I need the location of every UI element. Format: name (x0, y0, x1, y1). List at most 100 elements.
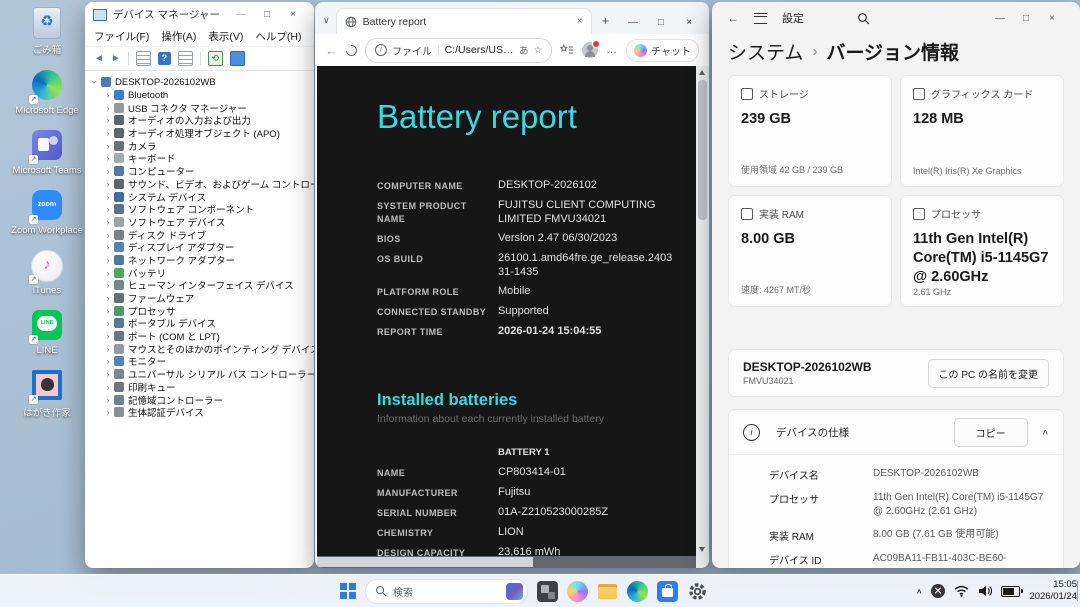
expand-icon[interactable]: › (103, 293, 113, 303)
expand-icon[interactable]: › (103, 268, 113, 278)
expand-icon[interactable]: › (103, 395, 113, 405)
maximize-button[interactable]: □ (254, 9, 280, 20)
tree-root[interactable]: › DESKTOP-2026102WB (90, 76, 314, 89)
tree-item[interactable]: › ディスプレイ アダプター (90, 241, 314, 254)
maximize-button[interactable]: □ (1013, 13, 1039, 24)
wifi-icon[interactable] (954, 585, 969, 597)
page-info-icon[interactable]: i (375, 44, 387, 56)
tree-item[interactable]: › ディスク ドライブ (90, 228, 314, 242)
close-button[interactable]: × (675, 17, 703, 28)
microsoft-store-button[interactable] (657, 580, 678, 602)
copilot-chat-button[interactable]: チャット (626, 38, 699, 62)
start-button[interactable] (340, 583, 356, 599)
tree-item[interactable]: › システム デバイス (90, 190, 314, 204)
scan-hardware-icon[interactable]: ⟲ (207, 51, 223, 66)
volume-icon[interactable] (978, 585, 993, 597)
translate-icon[interactable]: あ (519, 43, 529, 57)
desktop-icon-itunes[interactable]: ♪ ↗ iTunes (8, 250, 86, 296)
tab-close-icon[interactable]: × (577, 16, 583, 27)
battery-icon[interactable] (1001, 585, 1023, 597)
tree-item[interactable]: › プロセッサ (90, 304, 314, 318)
scrollbar-thumb[interactable] (317, 557, 534, 567)
expand-icon[interactable]: › (103, 280, 113, 290)
tree-item[interactable]: › USB コネクタ マネージャー (90, 101, 314, 115)
expand-icon[interactable]: › (103, 128, 113, 138)
expand-icon[interactable]: › (103, 115, 113, 125)
menu-item[interactable]: ヘルプ(H) (255, 29, 301, 44)
tree-item[interactable]: › ネットワーク アダプター (90, 254, 314, 267)
vertical-scrollbar[interactable] (696, 66, 709, 556)
tree-item[interactable]: › コンピューター (90, 165, 314, 178)
back-icon[interactable]: ◄ (94, 53, 104, 64)
tree-item[interactable]: › オーディオ処理オブジェクト (APO) (90, 127, 314, 140)
menu-item[interactable]: 表示(V) (208, 29, 243, 44)
edge-button[interactable] (627, 580, 648, 602)
tree-item[interactable]: › ファームウェア (90, 292, 314, 305)
expand-icon[interactable]: › (103, 306, 113, 316)
tree-item[interactable]: › ポータブル デバイス (90, 317, 314, 330)
breadcrumb-system[interactable]: システム (728, 38, 803, 65)
minimize-button[interactable]: — (228, 9, 254, 20)
tree-item[interactable]: › カメラ (90, 139, 314, 153)
horizontal-scrollbar[interactable] (317, 556, 696, 568)
task-view-button[interactable] (537, 580, 558, 602)
help-icon[interactable]: ? (157, 52, 171, 65)
taskbar-search[interactable]: 検索 (365, 578, 528, 604)
expand-icon[interactable]: › (103, 369, 113, 379)
expand-icon[interactable]: › (103, 344, 113, 354)
tree-item[interactable]: › ソフトウェア コンポーネント (90, 203, 314, 216)
tree-item[interactable]: › バッテリ (90, 266, 314, 280)
more-options-icon[interactable]: … (606, 44, 618, 56)
devices-icon[interactable] (229, 51, 245, 66)
desktop-icon-teams[interactable]: ↗ Microsoft Teams (8, 130, 86, 176)
back-icon[interactable]: ← (325, 43, 338, 58)
expand-icon[interactable]: › (103, 331, 113, 341)
expand-icon[interactable]: › (103, 166, 113, 176)
settings-titlebar[interactable]: ← 設定 — □ × (712, 2, 1080, 34)
expand-icon[interactable]: › (103, 179, 113, 189)
tree-item[interactable]: › サウンド、ビデオ、およびゲーム コントローラー (90, 178, 314, 191)
expand-icon[interactable]: › (103, 141, 113, 151)
expand-icon[interactable]: › (103, 242, 113, 252)
tree-item[interactable]: › オーディオの入力および出力 (90, 114, 314, 127)
tree-item[interactable]: › ポート (COM と LPT) (90, 330, 314, 343)
list-icon[interactable] (135, 51, 151, 66)
expand-icon[interactable]: › (103, 356, 113, 366)
settings-button[interactable] (687, 581, 708, 602)
address-bar[interactable]: i ファイル | C:/Users/USER/battery... あ ☆ (365, 37, 553, 63)
favorites-list-icon[interactable] (560, 44, 574, 56)
tree-item[interactable]: › ソフトウェア デバイス (90, 216, 314, 229)
desktop-icon-hagaki[interactable]: ↗ はがき作家 (8, 370, 86, 419)
scroll-down-icon[interactable] (699, 547, 705, 552)
search-icon[interactable] (857, 12, 870, 25)
desktop-icon-edge[interactable]: ↗ Microsoft Edge (8, 70, 86, 116)
copy-button[interactable]: コピー (953, 417, 1028, 447)
tree-item[interactable]: › マウスとそのほかのポインティング デバイス (90, 342, 314, 356)
desktop-icon-zoom[interactable]: zoom ↗ Zoom Workplace (8, 190, 86, 236)
rename-pc-button[interactable]: この PC の名前を変更 (927, 358, 1049, 388)
favorite-star-icon[interactable]: ☆ (534, 45, 543, 56)
scroll-up-icon[interactable] (699, 70, 705, 75)
copilot-button[interactable] (567, 580, 588, 602)
back-icon[interactable]: ← (727, 11, 739, 25)
expand-icon[interactable]: › (103, 103, 113, 113)
scrollbar-thumb[interactable] (698, 80, 707, 220)
properties-icon[interactable] (177, 51, 193, 66)
new-tab-button[interactable]: + (602, 13, 610, 28)
expand-icon[interactable]: › (103, 255, 113, 265)
hidden-icons-chevron[interactable]: ∧ (916, 587, 923, 596)
expand-icon[interactable]: › (103, 318, 113, 328)
taskbar-clock[interactable]: 15:05 2026/01/24 (1029, 579, 1077, 604)
close-button[interactable]: × (1039, 13, 1065, 24)
tab-actions-icon[interactable]: ∨ (323, 15, 330, 26)
tree-item[interactable]: › 印刷キュー (90, 381, 314, 394)
tree-item[interactable]: › ユニバーサル シリアル バス コントローラー (90, 368, 314, 381)
minimize-button[interactable]: — (987, 13, 1013, 24)
device-manager-titlebar[interactable]: デバイス マネージャー — □ × (85, 2, 314, 27)
expand-icon[interactable]: › (103, 230, 113, 240)
tree-item[interactable]: › キーボード (90, 152, 314, 165)
expand-icon[interactable]: › (103, 382, 113, 392)
tree-item[interactable]: › Bluetooth (90, 89, 314, 102)
profile-avatar[interactable] (582, 40, 601, 58)
desktop-icon-recycle-bin[interactable]: ♻ ごみ箱 (8, 6, 86, 56)
